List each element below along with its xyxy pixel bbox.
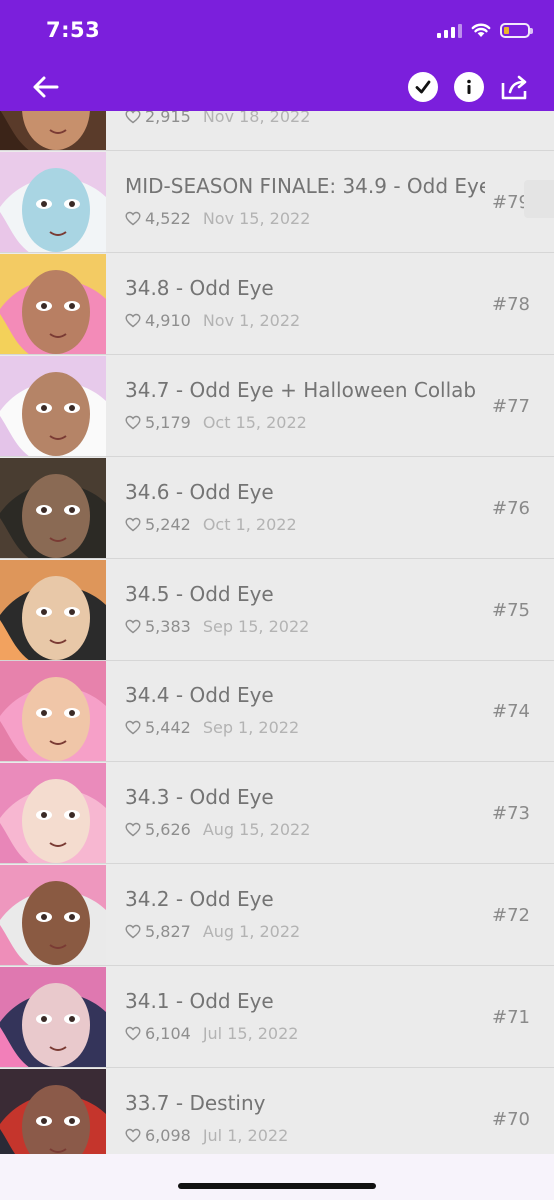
episode-row[interactable]: 34.6 - Odd Eye 5,242 Oct 1, 2022 #76 bbox=[0, 457, 554, 559]
share-icon[interactable] bbox=[500, 73, 530, 101]
info-circle-icon[interactable] bbox=[454, 72, 484, 102]
episode-date: Jul 1, 2022 bbox=[202, 1126, 289, 1145]
episode-number: #75 bbox=[492, 599, 530, 621]
episode-date: Oct 1, 2022 bbox=[202, 514, 297, 534]
episode-title: 34.5 - Odd Eye bbox=[125, 581, 274, 606]
episode-row[interactable]: MID-SEASON FINALE: 34.9 - Odd Eye 4,522 No… bbox=[0, 151, 554, 253]
episode-meta: 6,104 Jul 15, 2022 bbox=[125, 1024, 298, 1043]
like-count: 4,910 bbox=[145, 310, 191, 330]
episode-number: #78 bbox=[492, 293, 530, 315]
episode-meta: 5,442 Sep 1, 2022 bbox=[125, 718, 299, 737]
heart-icon bbox=[125, 924, 141, 939]
like-count: 5,242 bbox=[145, 514, 191, 534]
episode-number: #73 bbox=[492, 803, 530, 825]
like-count: 6,104 bbox=[145, 1024, 191, 1044]
status-icons bbox=[437, 22, 533, 38]
episode-thumbnail bbox=[0, 865, 106, 966]
home-area bbox=[0, 1154, 554, 1200]
episode-thumbnail bbox=[0, 661, 106, 762]
like-count: 5,626 bbox=[145, 820, 191, 840]
like-count: 4,522 bbox=[145, 208, 191, 228]
episode-number: #72 bbox=[492, 905, 530, 927]
episode-thumbnail bbox=[0, 151, 106, 252]
episode-meta: 5,242 Oct 1, 2022 bbox=[125, 515, 297, 534]
header-actions bbox=[408, 72, 530, 102]
episode-thumbnail bbox=[0, 355, 106, 456]
home-indicator[interactable] bbox=[178, 1183, 376, 1189]
episode-date: Nov 15, 2022 bbox=[202, 208, 311, 228]
like-count: 5,179 bbox=[145, 412, 191, 432]
episode-meta: 5,383 Sep 15, 2022 bbox=[125, 617, 309, 636]
like-count: 5,827 bbox=[145, 922, 191, 942]
heart-icon bbox=[125, 721, 141, 735]
heart-icon bbox=[125, 517, 141, 531]
checkmark-circle-icon[interactable] bbox=[408, 72, 438, 102]
status-time: 7:53 bbox=[46, 18, 101, 42]
episode-number: #71 bbox=[492, 1007, 530, 1029]
episode-thumbnail bbox=[0, 457, 106, 558]
episode-date: Aug 15, 2022 bbox=[202, 820, 311, 840]
episode-title: 34.4 - Odd Eye bbox=[125, 683, 274, 708]
episode-meta: 4,910 Nov 1, 2022 bbox=[125, 311, 300, 330]
episode-meta: 5,179 Oct 15, 2022 bbox=[125, 413, 307, 432]
episode-title: 34.7 - Odd Eye + Halloween Collab bbox=[125, 377, 477, 402]
episode-row[interactable]: 34.2 - Odd Eye 5,827 Aug 1, 2022 #72 bbox=[0, 865, 554, 967]
heart-icon bbox=[125, 415, 141, 430]
signal-icon bbox=[437, 22, 462, 38]
episode-meta: 5,827 Aug 1, 2022 bbox=[125, 922, 300, 941]
app-header: 7:53 bbox=[0, 0, 554, 111]
episode-meta: 4,522 Nov 15, 2022 bbox=[125, 209, 310, 228]
episode-number: #77 bbox=[492, 395, 530, 417]
episode-row[interactable]: 34.7 - Odd Eye + Halloween Collab 5,179 Oc… bbox=[0, 355, 554, 457]
episode-title: 34.3 - Odd Eye bbox=[125, 785, 274, 810]
scroll-handle[interactable] bbox=[524, 180, 554, 218]
episode-number: #74 bbox=[492, 701, 530, 723]
episode-row[interactable]: 34.5 - Odd Eye 5,383 Sep 15, 2022 #75 bbox=[0, 559, 554, 661]
episode-date: Sep 1, 2022 bbox=[202, 718, 300, 738]
heart-icon bbox=[125, 211, 141, 226]
episode-meta: 5,626 Aug 15, 2022 bbox=[125, 820, 310, 839]
heart-icon bbox=[125, 823, 141, 837]
episode-row[interactable]: 34.8 - Odd Eye 4,910 Nov 1, 2022 #78 bbox=[0, 253, 554, 355]
episode-title: 34.8 - Odd Eye bbox=[125, 275, 274, 300]
episode-title: 34.6 - Odd Eye bbox=[125, 479, 274, 504]
episode-row[interactable]: 34.3 - Odd Eye 5,626 Aug 15, 2022 #73 bbox=[0, 763, 554, 865]
like-count: 6,098 bbox=[145, 1126, 191, 1145]
wifi-icon bbox=[471, 23, 491, 37]
episode-thumbnail bbox=[0, 253, 106, 354]
heart-icon bbox=[125, 1026, 141, 1041]
episode-meta: 6,098 Jul 1, 2022 bbox=[125, 1126, 288, 1145]
like-count: 5,442 bbox=[145, 718, 191, 738]
episode-number: #70 bbox=[492, 1109, 530, 1130]
episode-date: Jul 15, 2022 bbox=[202, 1024, 299, 1044]
episode-date: Oct 15, 2022 bbox=[202, 412, 307, 432]
episode-thumbnail bbox=[0, 559, 106, 660]
battery-icon bbox=[500, 22, 533, 38]
heart-icon bbox=[125, 619, 141, 633]
heart-icon bbox=[125, 1128, 141, 1143]
heart-icon bbox=[125, 313, 141, 328]
episode-date: Sep 15, 2022 bbox=[202, 616, 310, 636]
heart-icon bbox=[125, 109, 141, 124]
episode-number: #76 bbox=[492, 497, 530, 519]
episode-title: MID-SEASON FINALE: 34.9 - Odd Eye bbox=[125, 173, 485, 198]
episode-title: 34.1 - Odd Eye bbox=[125, 989, 274, 1014]
episode-row[interactable]: 34.1 - Odd Eye 6,104 Jul 15, 2022 #71 bbox=[0, 967, 554, 1069]
episode-title: 33.7 - Destiny bbox=[125, 1091, 266, 1115]
like-count: 5,383 bbox=[145, 616, 191, 636]
episode-thumbnail bbox=[0, 763, 106, 864]
episode-thumbnail bbox=[0, 967, 106, 1068]
episode-date: Nov 1, 2022 bbox=[202, 310, 301, 330]
episode-date: Aug 1, 2022 bbox=[202, 922, 301, 942]
arrow-left-icon[interactable] bbox=[28, 70, 62, 104]
episode-row[interactable]: 34.4 - Odd Eye 5,442 Sep 1, 2022 #74 bbox=[0, 661, 554, 763]
episode-title: 34.2 - Odd Eye bbox=[125, 887, 274, 912]
